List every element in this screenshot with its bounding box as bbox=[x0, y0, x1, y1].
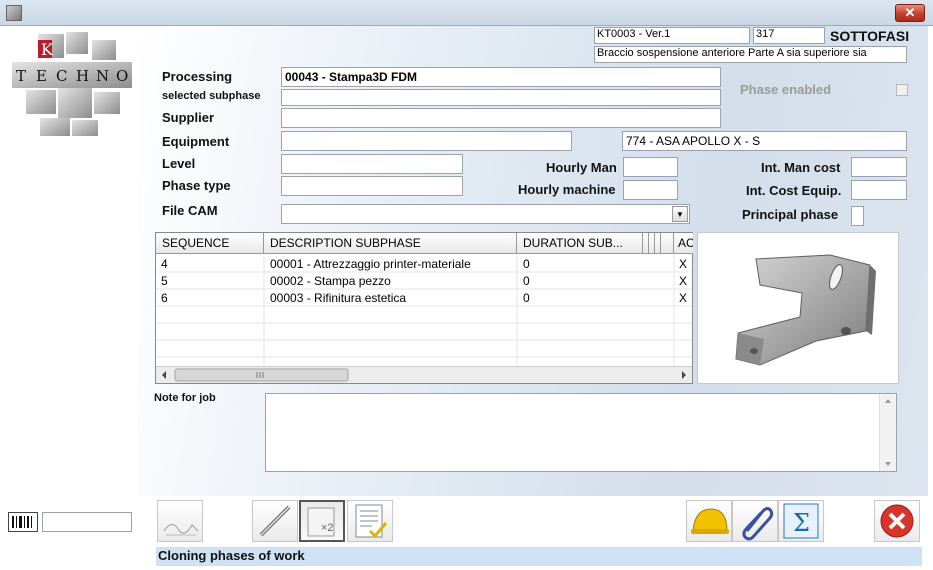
principal-phase-checkbox[interactable] bbox=[851, 206, 864, 226]
col-sequence[interactable]: SEQUENCE bbox=[156, 233, 264, 254]
hourly-machine-label: Hourly machine bbox=[518, 182, 616, 197]
pen-icon bbox=[259, 505, 291, 537]
sum-button[interactable]: Σ bbox=[778, 500, 824, 542]
close-icon: ✕ bbox=[904, 5, 916, 20]
paperclip-icon bbox=[742, 507, 774, 541]
number-field: 317 bbox=[753, 27, 825, 44]
svg-text:Σ: Σ bbox=[793, 509, 810, 537]
col-ac[interactable]: AC bbox=[674, 233, 693, 254]
equipment-field[interactable] bbox=[281, 131, 572, 151]
level-field[interactable] bbox=[281, 154, 463, 174]
int-man-cost-field[interactable] bbox=[851, 157, 907, 177]
svg-text:N: N bbox=[96, 67, 109, 85]
scrollbar-graphics bbox=[162, 368, 686, 382]
close-window-button[interactable]: ✕ bbox=[895, 4, 925, 22]
note-label: Note for job bbox=[154, 392, 216, 404]
pen-button[interactable] bbox=[252, 500, 298, 542]
int-man-cost-label: Int. Man cost bbox=[761, 160, 841, 175]
supplier-field[interactable] bbox=[281, 108, 721, 128]
cell-ac: X bbox=[679, 291, 688, 305]
cell-sequence: 5 bbox=[161, 274, 168, 288]
title-bar: ✕ bbox=[0, 0, 933, 26]
hourly-man-label: Hourly Man bbox=[546, 160, 617, 175]
signature-icon bbox=[163, 524, 199, 536]
table-header: SEQUENCE DESCRIPTION SUBPHASE DURATION S… bbox=[156, 233, 693, 255]
svg-text:K: K bbox=[41, 40, 54, 59]
clone-multiply-button[interactable]: ×2 bbox=[299, 500, 345, 542]
note-textarea[interactable] bbox=[265, 393, 897, 472]
table-row[interactable]: 6 00003 - Rifinitura estetica 0 X bbox=[156, 290, 692, 307]
cell-duration: 0 bbox=[523, 274, 530, 288]
sum-icon: Σ bbox=[783, 503, 819, 539]
int-cost-equip-field[interactable] bbox=[851, 180, 907, 200]
table-horizontal-scrollbar[interactable] bbox=[156, 366, 692, 383]
processing-field[interactable]: 00043 - Stampa3D FDM bbox=[281, 67, 721, 87]
cell-sequence: 4 bbox=[161, 257, 168, 271]
signature-button[interactable] bbox=[157, 500, 203, 542]
svg-text:×2: ×2 bbox=[321, 522, 334, 534]
cell-description: 00003 - Rifinitura estetica bbox=[270, 291, 407, 305]
cell-description: 00002 - Stampa pezzo bbox=[270, 274, 391, 288]
principal-phase-label: Principal phase bbox=[742, 207, 839, 222]
int-cost-equip-label: Int. Cost Equip. bbox=[746, 183, 842, 198]
checklist-icon bbox=[355, 504, 388, 539]
safety-button[interactable] bbox=[686, 500, 732, 542]
phase-type-field[interactable] bbox=[281, 176, 463, 196]
level-label: Level bbox=[162, 156, 196, 171]
phase-enabled-checkbox bbox=[896, 84, 908, 96]
svg-text:H: H bbox=[76, 67, 89, 85]
phase-type-label: Phase type bbox=[162, 178, 231, 193]
barcode-icon bbox=[8, 512, 38, 532]
section-title: SOTTOFASI bbox=[830, 28, 910, 44]
selected-subphase-field[interactable] bbox=[281, 89, 721, 106]
svg-text:E: E bbox=[36, 67, 47, 85]
bracket-part-image bbox=[735, 254, 876, 366]
file-cam-label: File CAM bbox=[162, 203, 218, 218]
cell-description: 00001 - Attrezzaggio printer-materiale bbox=[270, 257, 471, 271]
exit-button[interactable] bbox=[874, 500, 920, 542]
vscroll-arrows bbox=[885, 399, 891, 466]
processing-label: Processing bbox=[162, 69, 233, 84]
dropdown-arrow-icon[interactable]: ▼ bbox=[672, 206, 688, 222]
checklist-button[interactable] bbox=[347, 500, 393, 542]
part-preview bbox=[697, 232, 899, 384]
col-description[interactable]: DESCRIPTION SUBPHASE bbox=[264, 233, 517, 254]
app-icon bbox=[6, 5, 22, 21]
note-vertical-scrollbar[interactable] bbox=[879, 394, 896, 471]
techno-logo: K T E C H N O bbox=[12, 32, 132, 136]
cell-ac: X bbox=[679, 257, 688, 271]
file-cam-select[interactable]: ▼ bbox=[281, 204, 690, 224]
hourly-man-field[interactable] bbox=[623, 157, 678, 177]
scroll-left-icon bbox=[162, 371, 166, 379]
selected-subphase-label: selected subphase bbox=[162, 90, 261, 102]
code-version-field: KT0003 - Ver.1 bbox=[594, 27, 750, 44]
barcode-input[interactable] bbox=[42, 512, 132, 532]
table-row[interactable]: 4 00001 - Attrezzaggio printer-materiale… bbox=[156, 256, 692, 273]
exit-icon bbox=[880, 504, 914, 538]
table-row[interactable]: 5 00002 - Stampa pezzo 0 X bbox=[156, 273, 692, 290]
phase-enabled-label: Phase enabled bbox=[740, 82, 832, 97]
svg-text:C: C bbox=[56, 67, 67, 85]
subphase-table[interactable]: SEQUENCE DESCRIPTION SUBPHASE DURATION S… bbox=[155, 232, 693, 384]
supplier-label: Supplier bbox=[162, 110, 215, 125]
svg-text:T: T bbox=[16, 67, 26, 85]
cell-ac: X bbox=[679, 274, 688, 288]
description-field: Braccio sospensione anteriore Parte A si… bbox=[594, 46, 907, 63]
col-duration[interactable]: DURATION SUB... bbox=[517, 233, 643, 254]
equipment-desc-field: 774 - ASA APOLLO X - S bbox=[622, 131, 907, 151]
col-hidden-4[interactable] bbox=[661, 233, 674, 254]
cell-duration: 0 bbox=[523, 291, 530, 305]
helmet-icon bbox=[691, 508, 729, 534]
equipment-label: Equipment bbox=[162, 134, 230, 149]
cell-sequence: 6 bbox=[161, 291, 168, 305]
svg-text:O: O bbox=[116, 67, 128, 85]
status-bar: Cloning phases of work bbox=[156, 547, 922, 566]
cell-duration: 0 bbox=[523, 257, 530, 271]
attachment-button[interactable] bbox=[732, 500, 778, 542]
multiply-icon: ×2 bbox=[307, 507, 335, 537]
scroll-right-icon bbox=[682, 371, 686, 379]
hourly-machine-field[interactable] bbox=[623, 180, 678, 200]
